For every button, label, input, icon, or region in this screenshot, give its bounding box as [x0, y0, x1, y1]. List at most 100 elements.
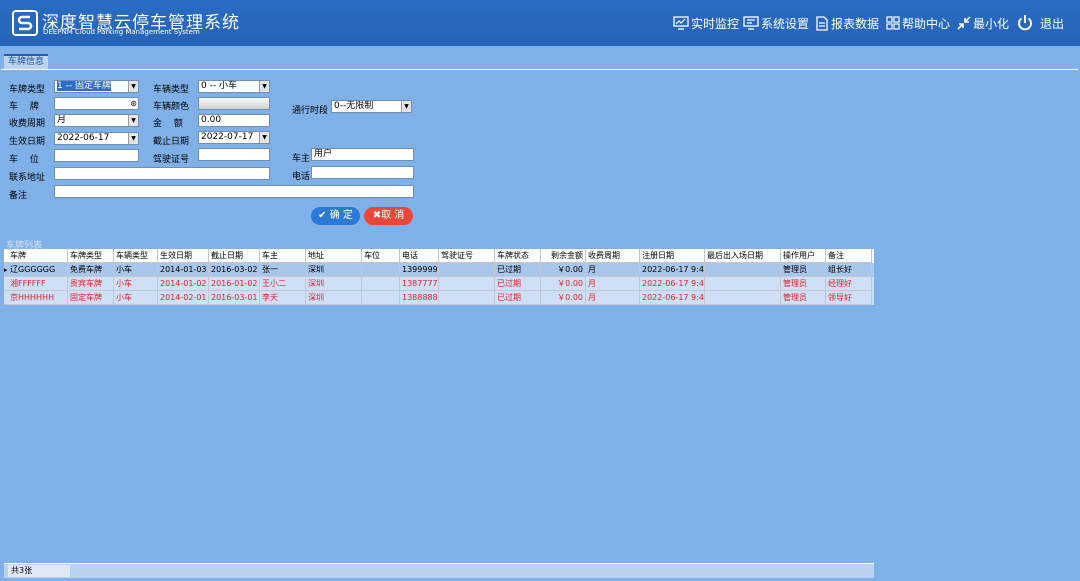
- table-cell: 2016-01-02: [209, 277, 260, 291]
- column-header[interactable]: 车位: [362, 249, 400, 263]
- owner-input[interactable]: 用户: [311, 148, 414, 161]
- vehicle-type-select[interactable]: 0 -- 小车 ▼: [198, 80, 270, 93]
- toolbar-report-button[interactable]: 报表数据: [815, 14, 879, 32]
- table-cell: 小车: [114, 291, 158, 305]
- column-header[interactable]: 最后出入场日期: [705, 249, 781, 263]
- space-input[interactable]: [54, 149, 139, 162]
- toolbar-exit-label: 退出: [1040, 16, 1065, 31]
- table-cell: 小车: [114, 277, 158, 291]
- fee-period-value: 月: [57, 115, 67, 125]
- phone-input[interactable]: [311, 166, 414, 179]
- table-cell: [705, 291, 781, 305]
- grid-icon: [886, 16, 900, 30]
- tab-plate-info[interactable]: 车牌信息: [4, 54, 48, 70]
- monitor-icon: [673, 16, 689, 30]
- column-header[interactable]: 车牌类型: [68, 249, 114, 263]
- toolbar-settings-label: 系统设置: [761, 16, 810, 31]
- table-cell: 管理员: [781, 263, 826, 277]
- plate-form-panel: 车牌类型 1 -- 固定车牌 ▼ 车辆类型 0 -- 小车 ▼ 车 牌 ⊛ 车辆颜色…: [1, 69, 1078, 237]
- plate-label: 车 牌: [9, 102, 39, 112]
- column-header[interactable]: 车牌状态: [495, 249, 541, 263]
- end-date-value: 2022-07-17: [201, 132, 254, 142]
- plate-type-select[interactable]: 1 -- 固定车牌 ▼: [54, 80, 139, 93]
- table-cell: 2014-01-02: [158, 277, 209, 291]
- pass-time-select[interactable]: 0--无限制 ▼: [331, 100, 412, 113]
- confirm-button[interactable]: ✔ 确 定: [311, 207, 360, 225]
- start-date-picker[interactable]: 2022-06-17 ▼: [54, 132, 139, 145]
- column-header[interactable]: 注册日期: [640, 249, 705, 263]
- amount-label: 金 额: [153, 119, 183, 129]
- column-header[interactable]: 剩余金额: [541, 249, 586, 263]
- toolbar-settings-button[interactable]: 系统设置: [743, 14, 809, 32]
- table-cell: 月: [586, 277, 640, 291]
- column-header[interactable]: 电话: [400, 249, 439, 263]
- table-cell: 领导好: [826, 291, 872, 305]
- toolbar-minimize-label: 最小化: [973, 16, 1010, 31]
- table-cell: 2016-03-02: [209, 263, 260, 277]
- cancel-label: 取 消: [381, 210, 405, 221]
- table-cell: ￥0.00: [541, 277, 586, 291]
- plate-list-table: 车牌 车牌类型 车辆类型 生效日期 截止日期 车主 地址 车位 电话 驾驶证号 车牌状态 剩余金额 收费…: [4, 249, 874, 305]
- toolbar-monitor-button[interactable]: 实时监控: [673, 14, 739, 32]
- space-label: 车 位: [9, 155, 39, 165]
- plate-type-label: 车牌类型: [9, 85, 46, 95]
- column-header[interactable]: 备注: [826, 249, 872, 263]
- settings-monitor-icon: [743, 16, 759, 30]
- remark-input[interactable]: [54, 185, 414, 198]
- vehicle-color-picker[interactable]: [198, 97, 270, 110]
- chevron-down-icon: ▼: [259, 132, 269, 143]
- address-input[interactable]: [54, 167, 270, 180]
- cancel-button[interactable]: ✖取 消: [364, 207, 413, 225]
- table-cell: 已过期: [495, 263, 541, 277]
- fee-period-select[interactable]: 月 ▼: [54, 114, 139, 127]
- phone-label: 电话: [292, 172, 311, 182]
- table-cell: 深圳: [306, 277, 362, 291]
- table-cell: 2022-06-17 9:40: [640, 291, 705, 305]
- table-cell: 管理员: [781, 277, 826, 291]
- column-header[interactable]: 截止日期: [209, 249, 260, 263]
- toolbar-exit-button[interactable]: 退出: [1016, 14, 1064, 32]
- table-row[interactable]: 辽GGGGGG 免费车牌 小车 2014-01-03 2016-03-02 张一 深圳 139…: [4, 263, 874, 277]
- table-cell: 组长好: [826, 263, 872, 277]
- plate-input[interactable]: ⊛: [54, 97, 139, 110]
- table-cell: 13888888: [400, 291, 439, 305]
- toolbar-help-label: 帮助中心: [902, 16, 951, 31]
- toolbar-minimize-button[interactable]: 最小化: [957, 14, 1009, 32]
- column-header[interactable]: 车主: [260, 249, 306, 263]
- column-header[interactable]: 地址: [306, 249, 362, 263]
- table-cell: [705, 277, 781, 291]
- minimize-icon: [957, 16, 971, 30]
- vehicle-type-value: 0 -- 小车: [201, 81, 237, 91]
- column-header[interactable]: 车牌: [4, 249, 68, 263]
- start-date-label: 生效日期: [9, 137, 46, 147]
- pass-time-value: 0--无限制: [334, 101, 374, 111]
- column-header[interactable]: 收费周期: [586, 249, 640, 263]
- table-cell: 管理员: [781, 291, 826, 305]
- table-cell: 贵宾车牌: [68, 277, 114, 291]
- chevron-down-icon: ▼: [128, 81, 138, 92]
- table-cell: [439, 291, 495, 305]
- table-row[interactable]: 京HHHHHH 固定车牌 小车 2014-02-01 2016-03-01 李天 深圳 138…: [4, 291, 874, 305]
- binoculars-icon[interactable]: ⊛: [130, 98, 137, 109]
- end-date-picker[interactable]: 2022-07-17 ▼: [198, 131, 270, 144]
- confirm-label: 确 定: [329, 210, 353, 221]
- table-row[interactable]: 湘FFFFFF 贵宾车牌 小车 2014-01-02 2016-01-02 王小二 深圳 13…: [4, 277, 874, 291]
- chevron-down-icon: ▼: [259, 81, 269, 92]
- close-icon: ✖: [372, 210, 382, 221]
- column-header[interactable]: 生效日期: [158, 249, 209, 263]
- column-header[interactable]: 驾驶证号: [439, 249, 495, 263]
- remark-label: 备注: [9, 191, 28, 201]
- table-cell: 2016-03-01: [209, 291, 260, 305]
- license-input[interactable]: [198, 148, 270, 161]
- owner-label: 车主: [292, 154, 311, 164]
- toolbar-help-button[interactable]: 帮助中心: [886, 14, 950, 32]
- table-cell: 张一: [260, 263, 306, 277]
- chevron-down-icon: ▼: [128, 115, 138, 126]
- chevron-down-icon: ▼: [401, 101, 411, 112]
- amount-input[interactable]: 0.00: [198, 114, 270, 127]
- title-bar: 深度智慧云停车管理系统 DEEPNM Cloud Parking Managem…: [0, 0, 1080, 46]
- column-header[interactable]: 车辆类型: [114, 249, 158, 263]
- status-bar: 共3张: [4, 563, 874, 578]
- table-cell: 已过期: [495, 277, 541, 291]
- column-header[interactable]: 操作用户: [781, 249, 826, 263]
